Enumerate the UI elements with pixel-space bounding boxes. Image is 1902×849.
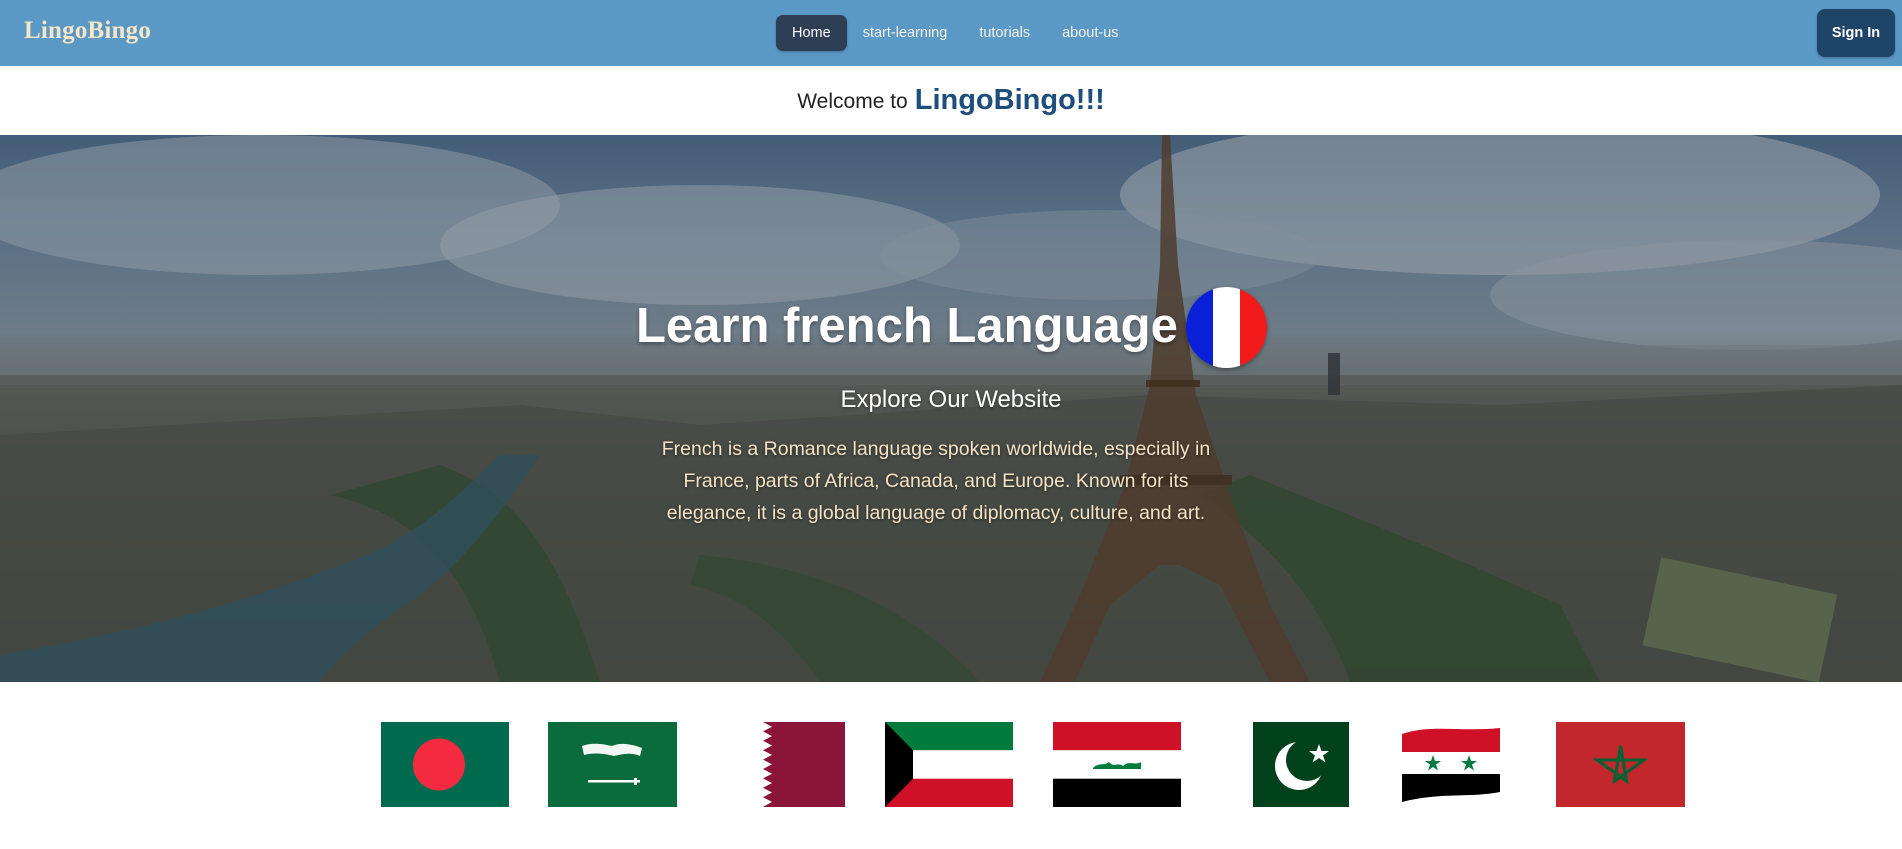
nav-link-home[interactable]: Home: [776, 15, 847, 51]
qatar-flag-icon[interactable]: [752, 722, 845, 807]
kuwait-flag-icon[interactable]: [885, 722, 1013, 807]
top-navbar: LingoBingo Home start-learning tutorials…: [0, 0, 1902, 66]
france-flag-icon: [1186, 287, 1267, 368]
saudi-arabia-flag-icon[interactable]: [548, 722, 677, 807]
language-flags-row: [0, 682, 1902, 849]
welcome-banner: Welcome to LingoBingo!!!: [0, 66, 1902, 135]
nav-link-tutorials[interactable]: tutorials: [963, 15, 1046, 51]
welcome-brand: LingoBingo!!!: [914, 84, 1105, 116]
welcome-prefix: Welcome to: [797, 89, 908, 113]
morocco-flag-icon[interactable]: [1556, 722, 1685, 807]
sign-in-button[interactable]: Sign In: [1817, 9, 1895, 57]
nav-links: Home start-learning tutorials about-us: [776, 15, 1135, 51]
hero-section: Learn french Language Explore Our Websit…: [0, 135, 1902, 682]
hero-subtitle: Explore Our Website: [840, 386, 1062, 413]
brand-logo[interactable]: LingoBingo: [24, 17, 151, 45]
syria-flag-icon[interactable]: [1400, 722, 1502, 807]
iraq-flag-icon[interactable]: [1053, 722, 1181, 807]
nav-link-start-learning[interactable]: start-learning: [847, 15, 964, 51]
nav-link-about-us[interactable]: about-us: [1046, 15, 1134, 51]
bangladesh-flag-icon[interactable]: [381, 722, 509, 807]
hero-title: Learn french Language: [636, 299, 1178, 353]
hero-description: French is a Romance language spoken worl…: [661, 438, 1211, 524]
pakistan-flag-icon[interactable]: [1253, 722, 1349, 807]
